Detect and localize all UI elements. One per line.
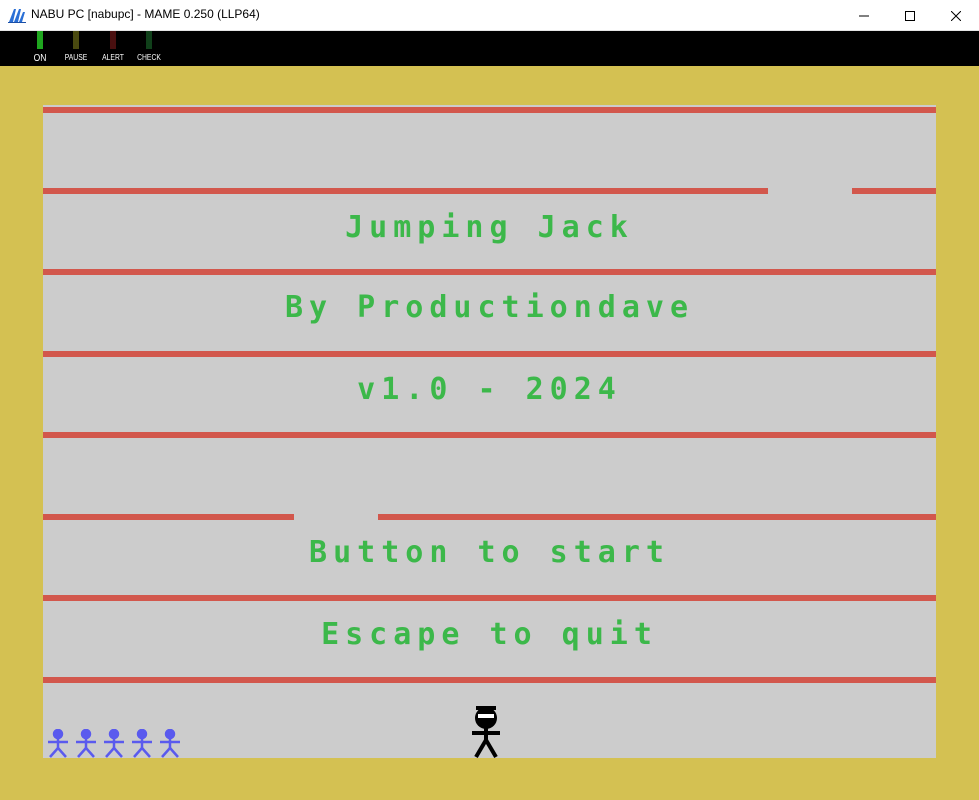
floor-line: [852, 188, 936, 194]
game-title: Jumping Jack: [345, 210, 634, 245]
status-led-bar: ON PAUSE ALERT CHECK: [0, 31, 979, 66]
floor-line: [43, 107, 936, 113]
window-title: NABU PC [nabupc] - MAME 0.250 (LLP64): [31, 7, 260, 21]
life-icon: [76, 728, 96, 758]
led-on-label: ON: [33, 53, 47, 64]
life-icon: [48, 728, 68, 758]
life-icon: [160, 728, 180, 758]
start-prompt: Button to start: [309, 535, 670, 570]
maximize-button[interactable]: [887, 0, 933, 31]
led-pause-lamp: [73, 31, 79, 49]
led-check-lamp: [146, 31, 152, 49]
led-check: CHECK: [131, 31, 167, 66]
game-version: v1.0 - 2024: [357, 372, 622, 407]
led-on-lamp: [37, 31, 43, 49]
maximize-icon: [905, 10, 915, 21]
floor-line: [43, 677, 936, 683]
floor-line: [43, 351, 936, 357]
quit-prompt: Escape to quit: [321, 617, 658, 652]
led-on: ON: [22, 31, 58, 66]
led-pause: PAUSE: [58, 31, 94, 66]
close-icon: [951, 10, 961, 21]
floor-line: [378, 514, 936, 520]
led-check-label: CHECK: [137, 53, 161, 62]
floor-line: [43, 514, 294, 520]
floor-line: [43, 595, 936, 601]
lives-indicator: [46, 728, 186, 763]
floor-line: [43, 432, 936, 438]
led-alert: ALERT: [95, 31, 131, 66]
life-icon: [132, 728, 152, 758]
close-button[interactable]: [933, 0, 979, 31]
mame-logo-icon: [8, 7, 26, 23]
window-titlebar: NABU PC [nabupc] - MAME 0.250 (LLP64): [0, 0, 979, 31]
floor-line: [43, 188, 768, 194]
game-author: By Productiondave: [284, 290, 695, 325]
led-pause-label: PAUSE: [64, 53, 88, 62]
led-alert-lamp: [110, 31, 116, 49]
life-icon: [104, 728, 124, 758]
minimize-icon: [859, 15, 869, 16]
minimize-button[interactable]: [841, 0, 887, 31]
game-playfield[interactable]: Jumping Jack By Productiondave v1.0 - 20…: [43, 105, 936, 759]
player-sprite-icon: [472, 706, 500, 759]
led-alert-label: ALERT: [102, 53, 124, 62]
floor-line: [43, 269, 936, 275]
jumping-jack-player: [466, 705, 506, 763]
